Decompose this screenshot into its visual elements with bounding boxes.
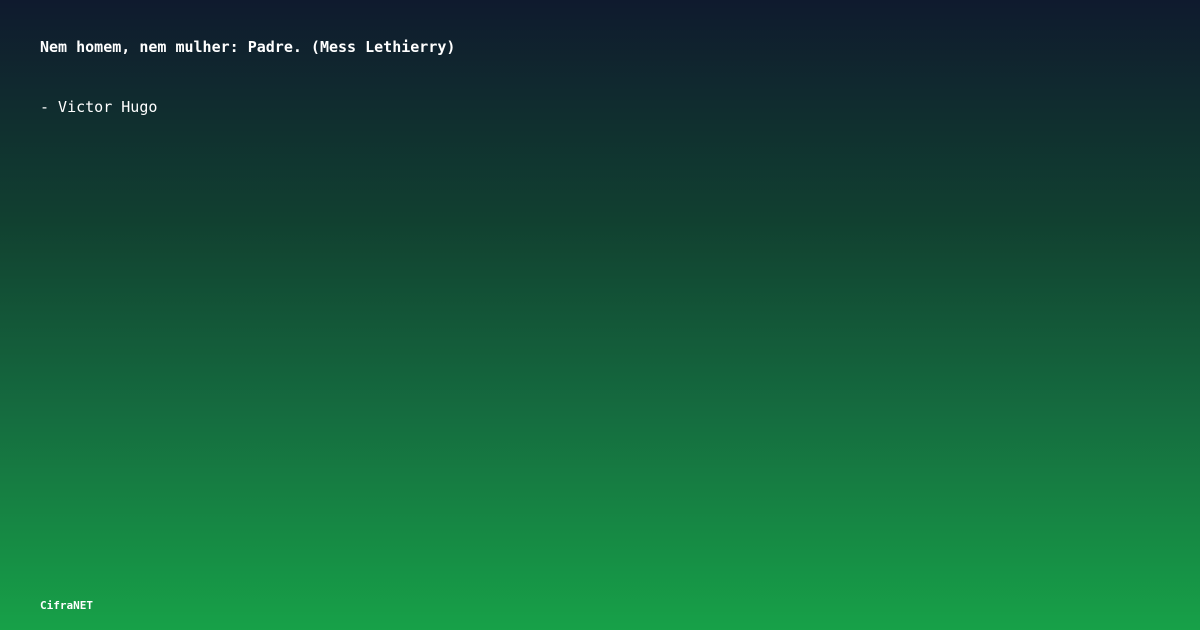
quote-author: - Victor Hugo	[40, 98, 158, 116]
quote-text: Nem homem, nem mulher: Padre. (Mess Leth…	[40, 38, 456, 56]
brand-name: CifraNET	[40, 599, 93, 612]
